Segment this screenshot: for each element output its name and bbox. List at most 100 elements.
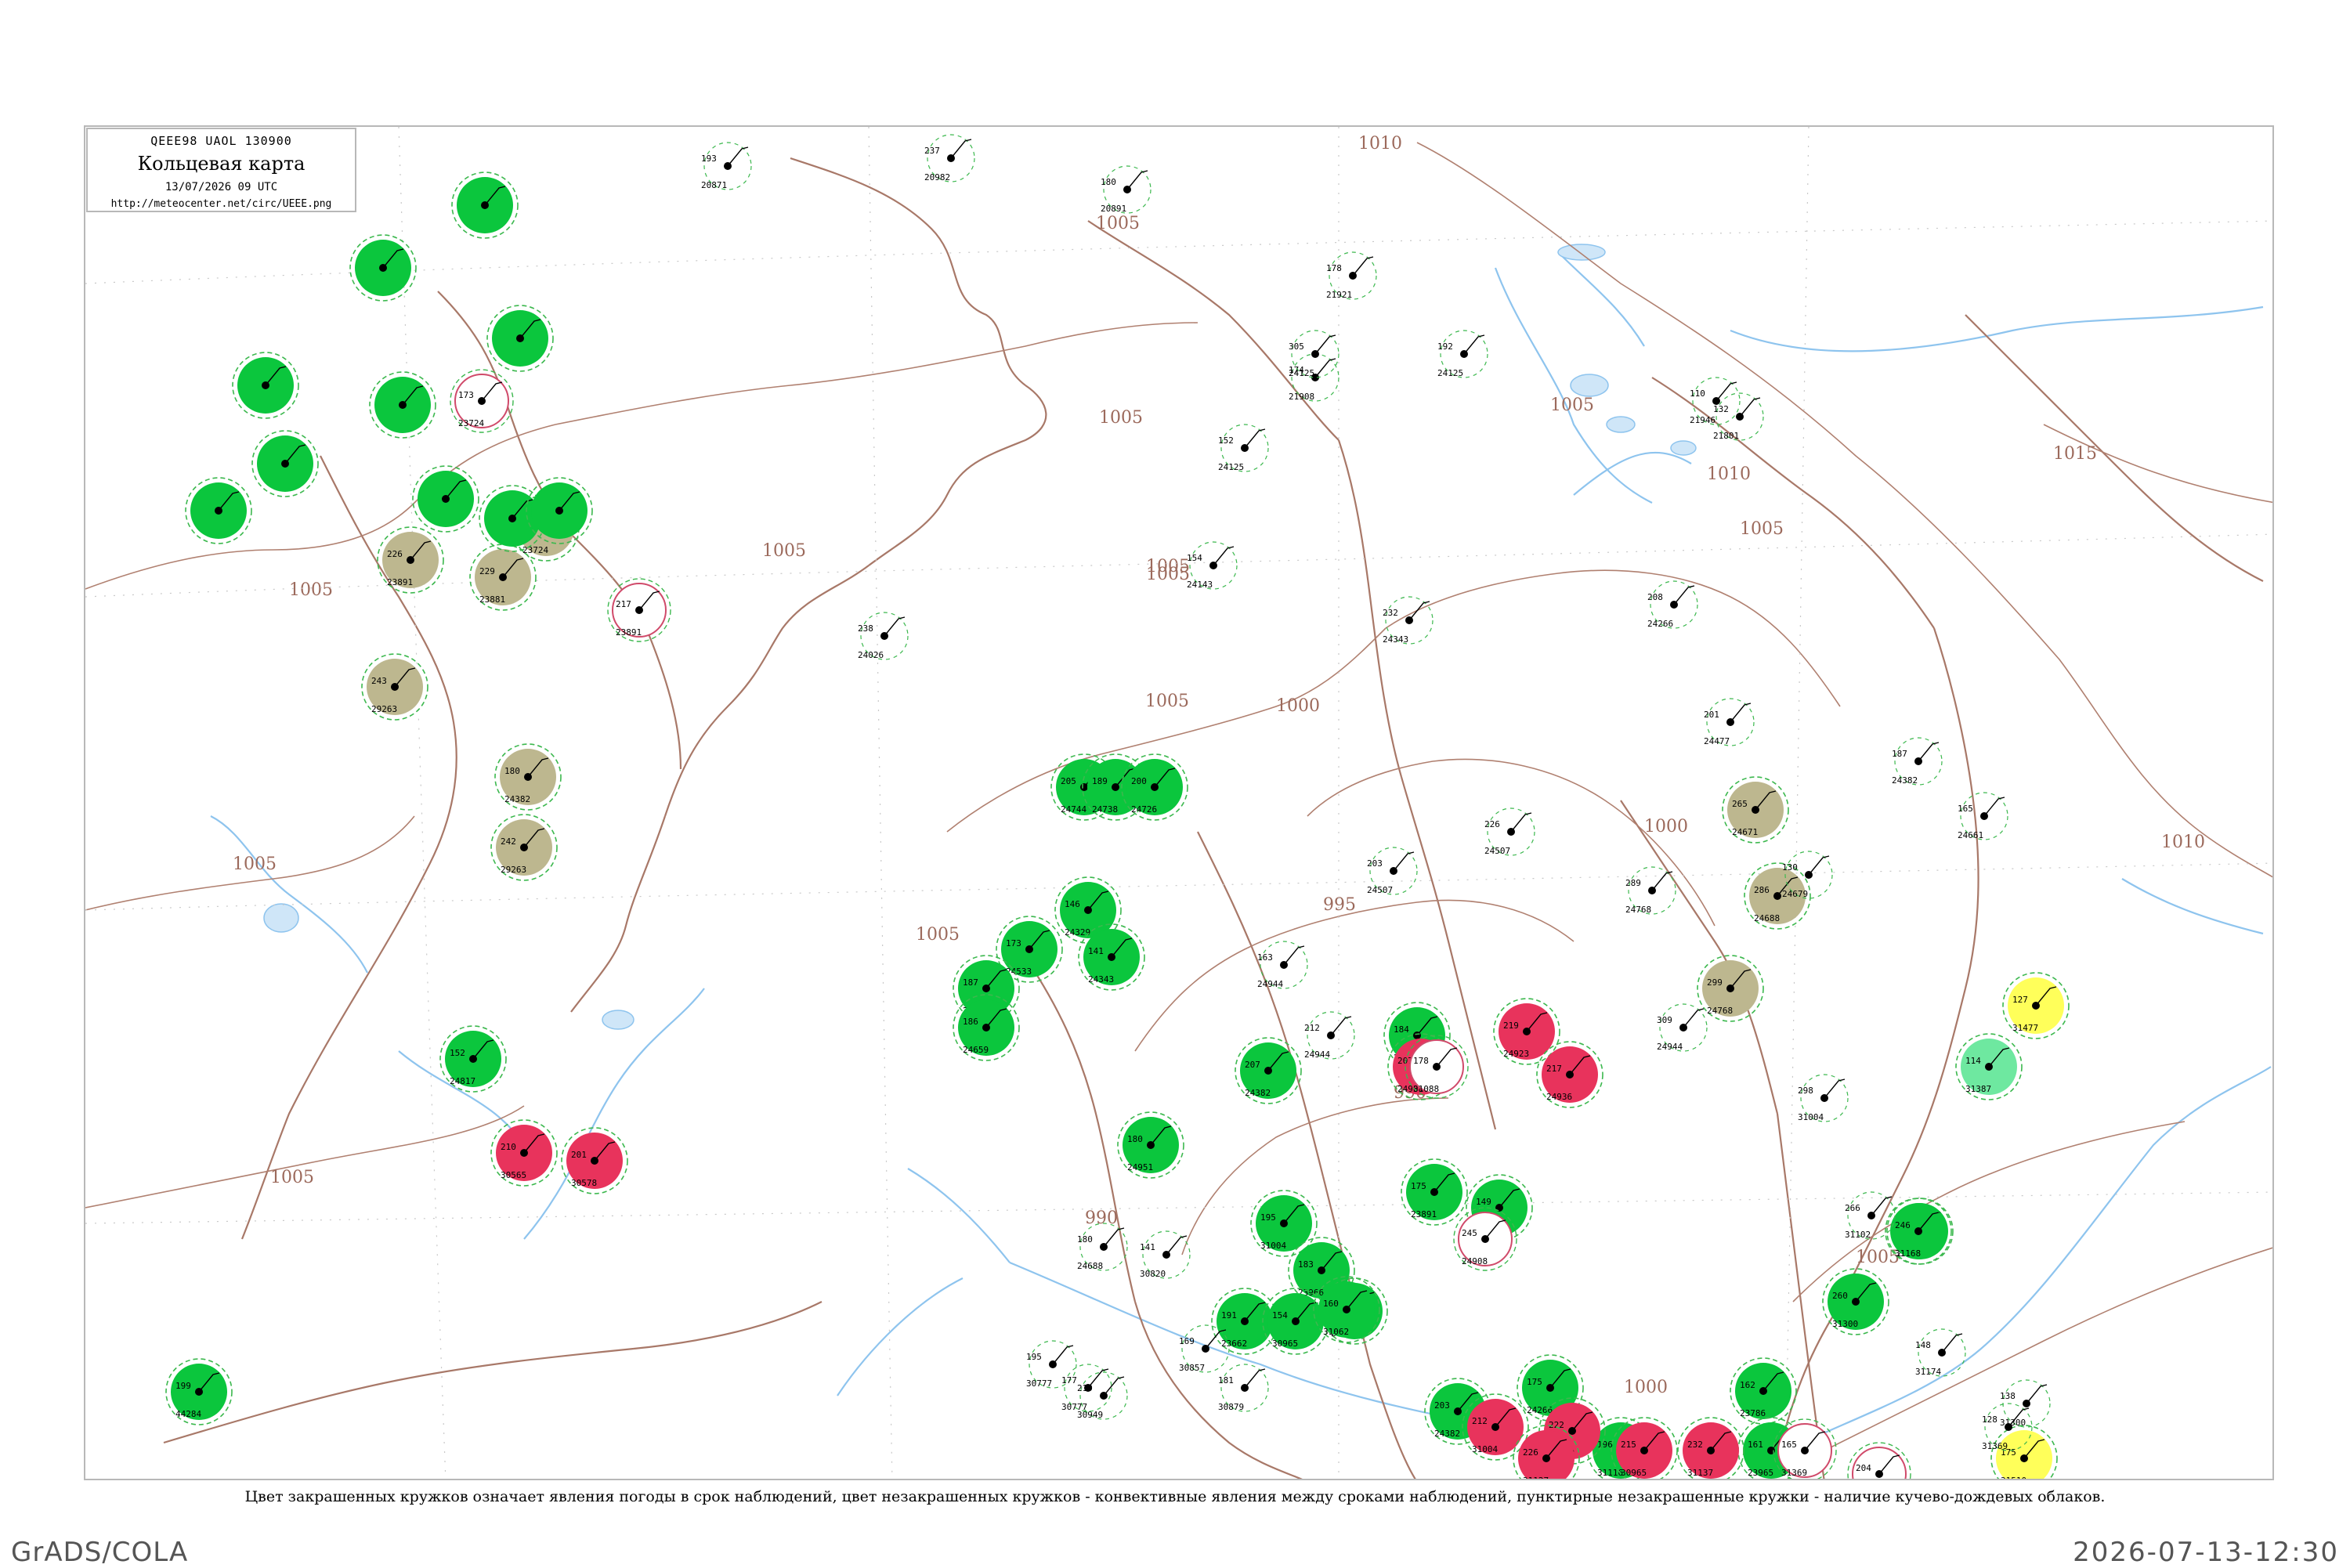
source-url[interactable]: http://meteocenter.net/circ/UEEE.png [88,198,355,210]
station-24908-56-pressure: 245 [1462,1228,1477,1238]
plain-station-21801-15-index: 21801 [1713,431,1739,441]
station-23966-11-pressure: 183 [1298,1259,1314,1270]
plain-station-20891-2-pressure: 180 [1101,177,1116,187]
plain-station-24944-21-pressure: 309 [1657,1015,1672,1025]
plain-station-24125-17-index: 24125 [1289,368,1314,378]
plain-station-24679-13-index: 24679 [1782,889,1808,899]
plain-station-21921-3-pressure: 178 [1326,263,1342,273]
station-30578-30-index: 30578 [571,1178,597,1188]
station-23662-18-pressure: 191 [1221,1310,1237,1321]
plain-station-24679-13-wind-barb-icon [1808,855,1830,876]
plain-station-24125-17-wind-barb-icon [1314,334,1336,355]
station-31300-28-pressure: 260 [1832,1291,1848,1301]
svg-text:1005: 1005 [233,854,277,874]
station-24726-2-index: 24726 [1131,804,1157,815]
svg-text:1005: 1005 [762,541,806,561]
plain-station-24507-18-wind-barb-icon [1510,812,1532,833]
plain-station-30857-31-pressure: 169 [1179,1336,1195,1346]
station-24659-7-index: 24659 [963,1045,989,1055]
plain-station-20871-0-wind-barb-icon [727,146,749,167]
plain-station-24343-8-pressure: 232 [1383,608,1398,618]
station-24550-6-pressure: 187 [963,977,978,988]
plain-station-20982-1-index: 20982 [924,172,950,182]
svg-text:1015: 1015 [2053,444,2097,464]
station-24659-7-pressure: 186 [963,1017,978,1027]
station-31062-24-index: 31062 [1323,1327,1349,1337]
plain-station-30879-33-index: 30879 [1218,1402,1244,1412]
station-24382-43-index: 24382 [504,794,530,804]
plain-station-30777-34-pressure: 195 [1026,1352,1042,1362]
plain-station-24944-21-index: 24944 [1657,1042,1683,1052]
station-24382-10-index: 24382 [1245,1088,1271,1098]
plain-station-31369-26-pressure: 128 [1982,1414,1998,1425]
station-24738-1-index: 24738 [1092,804,1118,815]
station-30565-29-index: 30565 [501,1170,526,1180]
station-44284-26-pressure: 199 [175,1381,191,1391]
plain-station-24143-6-pressure: 154 [1187,553,1202,563]
station-layer[interactable]: 2052474418924738200247261462432914124343… [165,134,2070,1480]
station-23891-16-index: 23891 [1411,1209,1437,1219]
svg-text:1010: 1010 [2161,833,2205,852]
svg-text:1005: 1005 [289,580,333,600]
plain-station-24944-27-pressure: 163 [1257,952,1273,963]
svg-text:1005: 1005 [916,925,960,945]
plain-station-20982-1-pressure: 237 [924,146,940,156]
station-23891-51-index: 23891 [616,627,642,638]
synoptic-map[interactable]: 1010 1005 1005 1005 1005 1005 1005 1005 … [85,127,2274,1480]
plain-station-24507-19-pressure: 203 [1367,858,1383,869]
plain-station-31174-24-wind-barb-icon [1941,1333,1963,1353]
plain-station-24688-29-pressure: 180 [1077,1234,1093,1245]
plain-station-24382-11-pressure: 187 [1892,749,1907,759]
plain-station-24266-9-wind-barb-icon [1673,585,1695,605]
svg-text:1005: 1005 [1145,692,1189,711]
map-frame[interactable]: 1010 1005 1005 1005 1005 1005 1005 1005 … [84,125,2274,1480]
station-23881-41-pressure: 229 [479,566,495,576]
station-23274-19-pressure: 184 [1394,1024,1409,1035]
station-23662-18-index: 23662 [1221,1339,1247,1349]
svg-text:1005: 1005 [1099,408,1143,428]
plain-station-31004-22-wind-barb-icon [1824,1078,1846,1099]
plain-station-24026-7-pressure: 238 [858,623,873,634]
station-23985-15-pressure: 149 [1476,1197,1491,1207]
plain-station-24125-17-pressure: 305 [1289,341,1304,352]
station-24266-21-pressure: 175 [1527,1377,1542,1387]
plain-station-24143-6-wind-barb-icon [1213,546,1235,566]
plain-station-24125-16-index: 24125 [1437,368,1463,378]
plain-station-24507-18-index: 24507 [1484,846,1510,856]
station-24688-46-pressure: 286 [1754,885,1770,895]
plain-station-31300-25-pressure: 138 [2000,1391,2016,1401]
plain-station-24125-5-wind-barb-icon [1244,428,1266,449]
plain-station-31004-22-pressure: 298 [1798,1086,1813,1096]
coastline [163,157,2264,1479]
station-24382-43-pressure: 180 [504,766,520,776]
svg-text:995: 995 [1323,895,1356,915]
plain-station-24343-8-wind-barb-icon [1408,601,1430,621]
svg-text:1005: 1005 [1550,396,1594,415]
plain-station-24507-19-index: 24507 [1367,885,1393,895]
station-23786-13-pressure: 162 [1740,1380,1755,1390]
station-31168-27-pressure: 246 [1895,1220,1911,1230]
station-31369-54-index: 31369 [1781,1468,1807,1478]
plain-station-31102-23-index: 31102 [1845,1230,1871,1240]
plain-station-24382-11-wind-barb-icon [1918,742,1940,762]
station-29263-42-pressure: 243 [371,676,387,686]
plain-station-24944-21-wind-barb-icon [1683,1008,1705,1028]
station-24688-46-index: 24688 [1754,913,1780,923]
station-29263-44-index: 29263 [501,865,526,875]
plain-station-30777-35-index: 30777 [1061,1402,1087,1412]
station-24768-47-index: 24768 [1707,1006,1733,1016]
plain-station-24125-16-pressure: 192 [1437,341,1453,352]
station-23965-14-pressure: 161 [1748,1440,1763,1450]
plain-station-21801-15-pressure: 132 [1713,404,1729,414]
station-23891-51-pressure: 217 [616,599,631,609]
plain-station-30820-30-wind-barb-icon [1166,1235,1188,1255]
station-31477-48-index: 31477 [2012,1023,2038,1033]
station-31127-37-index: 31127 [1523,1476,1549,1480]
station-31004-34-pressure: 212 [1472,1416,1488,1426]
plain-station-21801-15-wind-barb-icon [1739,397,1761,417]
plain-station-30820-30-index: 30820 [1140,1269,1166,1279]
svg-text:1000: 1000 [1276,696,1320,716]
station-30965-36-index: 30965 [1621,1468,1647,1478]
station-24671-45-index: 24671 [1732,827,1758,837]
station-31062-24-pressure: 160 [1323,1299,1339,1309]
